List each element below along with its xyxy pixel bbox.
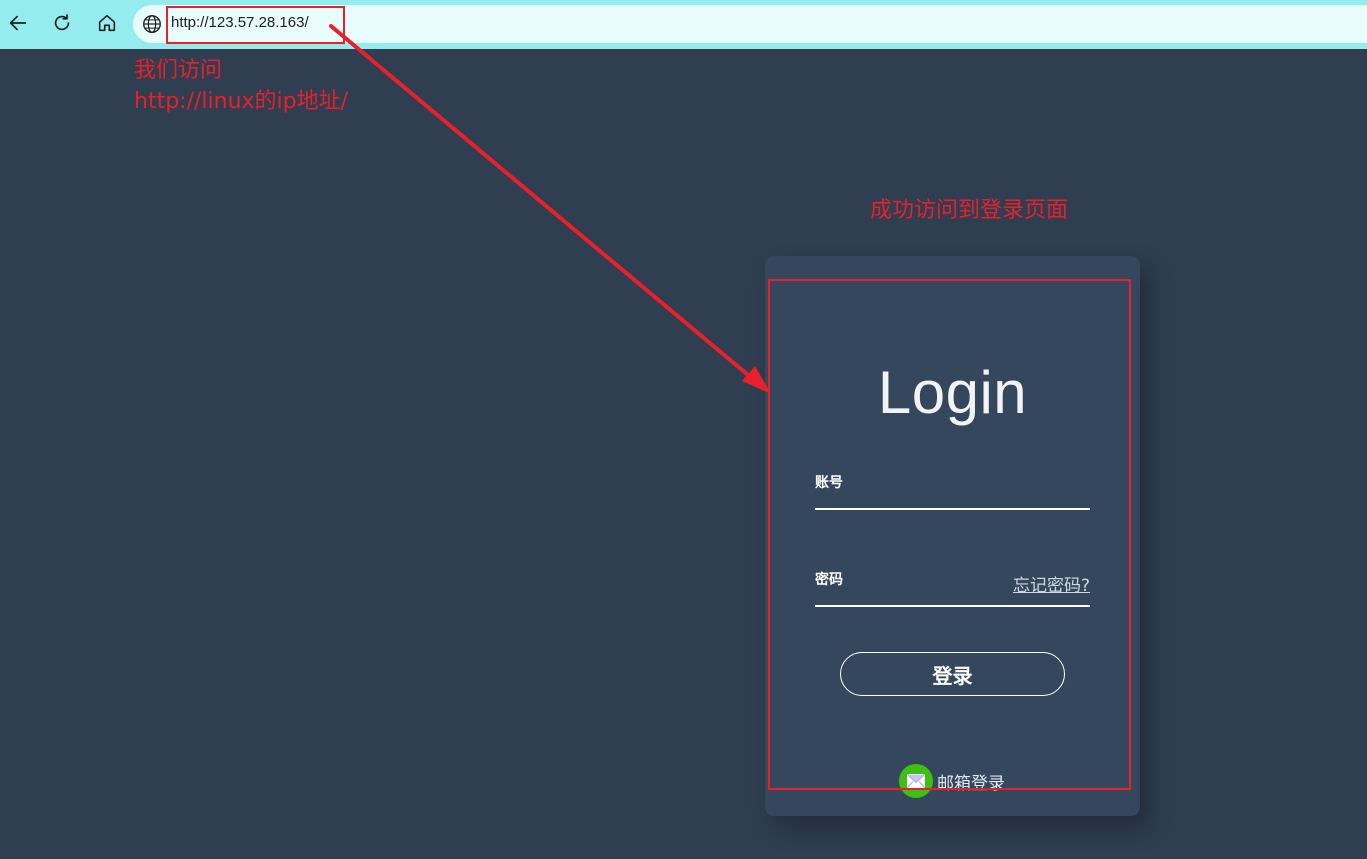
- home-button[interactable]: [90, 6, 124, 40]
- annotation-card-box: [768, 279, 1131, 790]
- home-icon: [98, 14, 116, 32]
- annotation-url-box: [166, 6, 345, 44]
- back-button[interactable]: [1, 6, 35, 40]
- annotation-url-hint: http://linux的ip地址/: [134, 89, 349, 114]
- page-body: [0, 49, 1367, 859]
- annotation-success-text: 成功访问到登录页面: [870, 198, 1069, 223]
- refresh-icon: [54, 14, 70, 31]
- globe-icon: [143, 15, 161, 33]
- refresh-button[interactable]: [45, 6, 79, 40]
- annotation-visit-text: 我们访问: [134, 58, 223, 83]
- back-arrow-icon: [9, 15, 27, 31]
